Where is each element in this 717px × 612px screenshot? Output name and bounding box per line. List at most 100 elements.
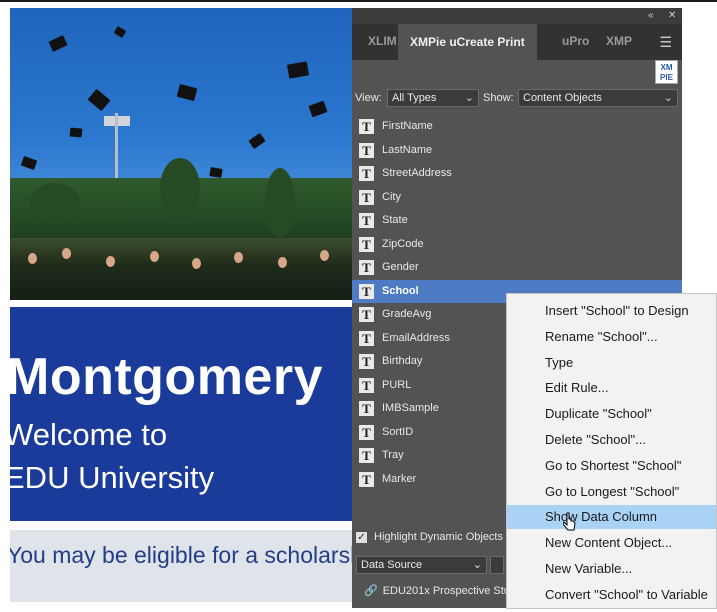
list-item[interactable]: T StreetAddress xyxy=(352,162,682,186)
text-type-icon: T xyxy=(359,119,374,134)
list-item[interactable]: T City xyxy=(352,186,682,210)
text-type-icon: T xyxy=(359,307,374,322)
list-item-label: Tray xyxy=(382,449,404,461)
data-source-button[interactable] xyxy=(490,556,504,574)
logo-line-2: PIE xyxy=(660,73,673,82)
list-item[interactable]: T FirstName xyxy=(352,115,682,139)
text-type-icon: T xyxy=(359,377,374,393)
text-type-icon: T xyxy=(359,354,374,369)
view-select[interactable]: All Types ⌄ xyxy=(387,89,479,107)
list-item[interactable]: T ZipCode xyxy=(352,233,682,257)
scholarship-strip: You may be eligible for a scholarship! xyxy=(10,530,355,602)
text-type-icon: T xyxy=(359,189,374,205)
list-item-label: StreetAddress xyxy=(382,167,452,179)
welcome-line-1: Welcome to xyxy=(10,417,168,452)
show-value: Content Objects xyxy=(523,92,602,104)
photo-face xyxy=(106,256,115,267)
list-item-label: School xyxy=(382,284,419,297)
welcome-line-2: EDU University xyxy=(10,460,215,495)
mouse-pointer-icon xyxy=(563,512,576,531)
text-type-icon: T xyxy=(359,330,374,346)
filter-bar: View: All Types ⌄ Show: Content Objects … xyxy=(352,88,682,110)
list-item[interactable]: T Gender xyxy=(352,256,682,280)
list-item-label: SortID xyxy=(382,425,414,438)
photo-face xyxy=(28,253,37,264)
welcome-banner: Montgomery Welcome to EDU University xyxy=(10,307,353,521)
list-item-label: Birthday xyxy=(382,355,423,367)
text-type-icon: T xyxy=(359,401,374,416)
tab-xmpie-ucreate-print[interactable]: XMPie uCreate Print xyxy=(398,24,537,60)
close-icon[interactable]: ✕ xyxy=(668,10,676,21)
chevron-down-icon: ⌄ xyxy=(472,559,482,571)
list-item-label: FirstName xyxy=(382,120,433,132)
context-menu-item[interactable]: Show Data Column xyxy=(507,505,716,530)
top-border xyxy=(0,0,717,2)
view-label: View: xyxy=(355,92,382,104)
logo-line-1: XM xyxy=(660,63,673,72)
scholarship-text: You may be eligible for a scholarship! xyxy=(10,542,355,568)
context-menu-item[interactable]: Rename "School"... xyxy=(507,325,716,349)
highlight-dynamic-objects[interactable]: ✓ Highlight Dynamic Objects xyxy=(356,531,503,549)
highlight-checkbox[interactable]: ✓ xyxy=(356,531,367,543)
context-menu-item[interactable]: Go to Longest "School" xyxy=(507,480,716,504)
photo-face xyxy=(62,248,71,259)
data-source-label: Data Source xyxy=(361,559,423,571)
tab-xlim[interactable]: XLIM xyxy=(368,34,397,48)
context-menu-item[interactable]: New Variable... xyxy=(507,557,716,581)
collapse-icon[interactable]: « xyxy=(648,10,654,21)
context-menu-item[interactable]: Duplicate "School" xyxy=(507,402,716,426)
highlight-label: Highlight Dynamic Objects xyxy=(374,531,503,543)
link-icon: 🔗 xyxy=(364,585,378,597)
context-menu-item[interactable]: Edit Rule... xyxy=(507,376,716,400)
photo-face xyxy=(320,250,329,261)
photo-tree xyxy=(160,158,200,218)
list-item-label: State xyxy=(382,214,408,226)
xmpie-logo: XM PIE xyxy=(655,60,678,84)
show-label: Show: xyxy=(483,92,514,104)
text-type-icon: T xyxy=(359,213,374,228)
list-item-label: GradeAvg xyxy=(382,308,432,320)
chevron-down-icon: ⌄ xyxy=(663,92,673,104)
photo-face xyxy=(234,252,243,263)
list-item-label: PURL xyxy=(382,378,412,391)
chevron-down-icon: ⌄ xyxy=(464,92,474,104)
text-type-icon: T xyxy=(359,166,374,181)
text-type-icon: T xyxy=(359,448,374,463)
list-item-label: Gender xyxy=(382,261,419,273)
list-item-label: LastName xyxy=(382,143,433,156)
context-menu-item[interactable]: New Content Object... xyxy=(507,531,716,555)
mortarboard-cap xyxy=(209,167,223,178)
context-menu: Insert "School" to Design Rename "School"… xyxy=(506,293,717,609)
tab-upro[interactable]: uPro xyxy=(562,34,589,48)
context-menu-item[interactable]: Type xyxy=(507,351,716,375)
photo-tree xyxy=(30,183,80,223)
list-item-label: IMBSample xyxy=(382,402,439,414)
panel-menu-icon[interactable]: ☰ xyxy=(659,34,672,51)
tab-xmp[interactable]: XMP xyxy=(606,34,632,48)
list-item[interactable]: T LastName xyxy=(352,139,682,163)
graduation-photo xyxy=(10,8,355,300)
text-type-icon: T xyxy=(359,424,374,440)
list-item-label: ZipCode xyxy=(382,237,424,250)
mortarboard-cap xyxy=(69,127,83,138)
context-menu-item[interactable]: Insert "School" to Design xyxy=(507,299,716,323)
list-item-label: City xyxy=(382,190,401,203)
text-type-icon: T xyxy=(359,142,374,158)
show-select[interactable]: Content Objects ⌄ xyxy=(518,89,678,107)
text-type-icon: T xyxy=(359,236,374,252)
list-item-label: EmailAddress xyxy=(382,331,450,344)
text-type-icon: T xyxy=(359,283,374,299)
context-menu-item[interactable]: Delete "School"... xyxy=(507,428,716,452)
context-menu-item[interactable]: Convert "School" to Variable xyxy=(507,583,716,607)
view-value: All Types xyxy=(392,92,437,104)
text-type-icon: T xyxy=(359,260,374,275)
text-type-icon: T xyxy=(359,471,374,487)
recipient-name: Montgomery xyxy=(10,348,323,406)
photo-face xyxy=(192,258,201,269)
panel-tabs: XLIM XMPie uCreate Print uPro XMP ☰ xyxy=(352,24,682,60)
photo-face xyxy=(150,251,159,262)
list-item[interactable]: T State xyxy=(352,209,682,233)
context-menu-item[interactable]: Go to Shortest "School" xyxy=(507,454,716,478)
photo-tree xyxy=(265,168,295,238)
data-source-select[interactable]: Data Source ⌄ xyxy=(356,556,487,574)
